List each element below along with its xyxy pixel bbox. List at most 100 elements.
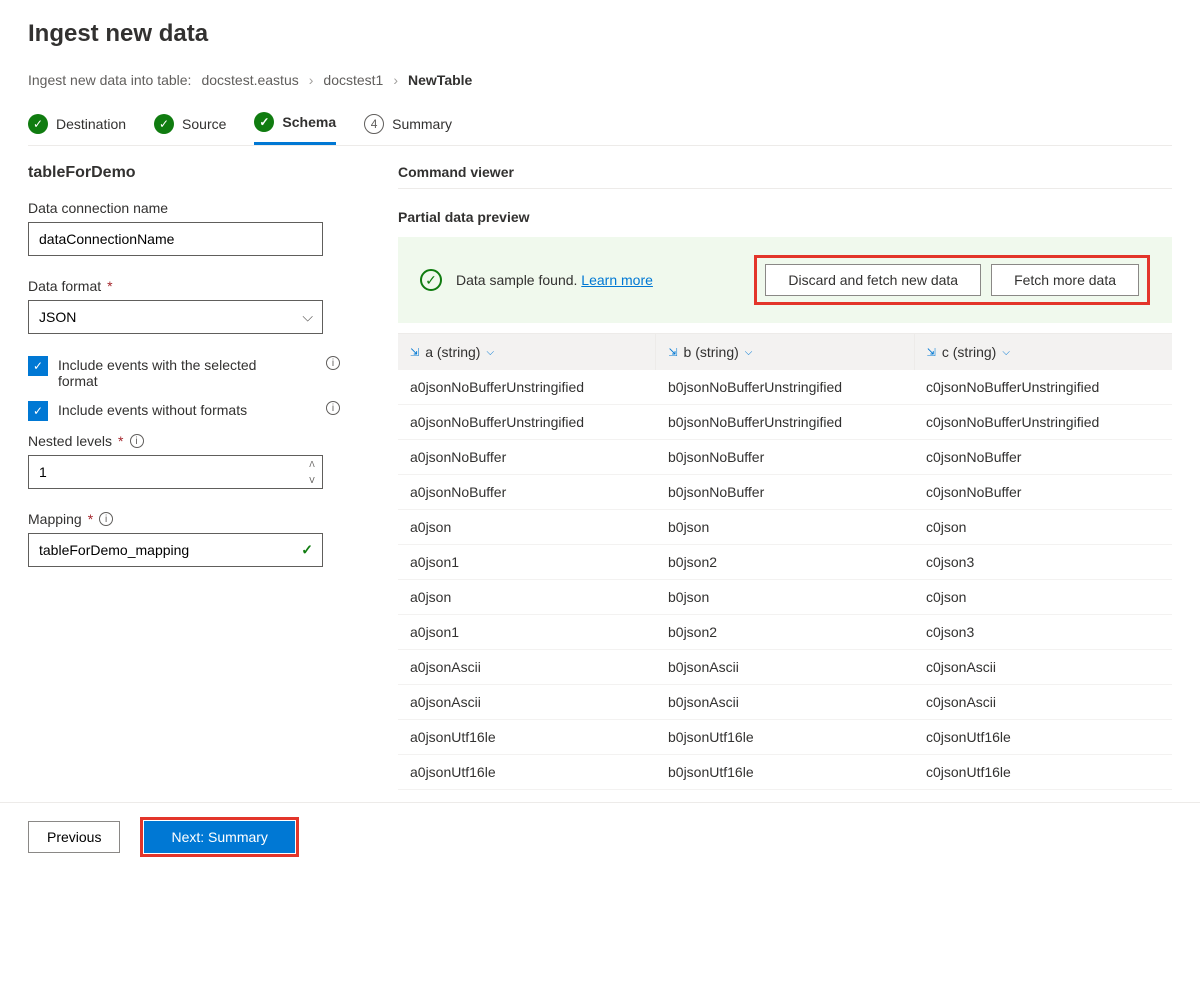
table-cell: c0jsonNoBufferUnstringified [914, 370, 1172, 404]
previous-button[interactable]: Previous [28, 821, 120, 853]
table-cell: a0jsonAscii [398, 650, 656, 684]
highlighted-next: Next: Summary [140, 817, 298, 857]
table-cell: c0jsonAscii [914, 650, 1172, 684]
nested-levels-increment[interactable]: ᐱ [302, 456, 322, 472]
include-without-formats-checkbox[interactable]: ✓ [28, 401, 48, 421]
next-summary-button[interactable]: Next: Summary [144, 821, 294, 853]
info-icon[interactable]: i [326, 356, 340, 370]
table-cell: b0jsonAscii [656, 650, 914, 684]
table-row: a0jsonUtf16leb0jsonUtf16lec0jsonUtf16le [398, 755, 1172, 790]
table-cell: c0jsonAscii [914, 685, 1172, 719]
command-viewer-title[interactable]: Command viewer [398, 164, 1172, 180]
discard-fetch-button[interactable]: Discard and fetch new data [765, 264, 981, 296]
breadcrumb-item-table: NewTable [408, 72, 472, 88]
table-row: a0json1b0json2c0json3 [398, 615, 1172, 650]
check-icon: ✓ [28, 114, 48, 134]
include-selected-format-checkbox[interactable]: ✓ [28, 356, 48, 376]
table-cell: a0jsonNoBuffer [398, 440, 656, 474]
step-source[interactable]: ✓ Source [154, 112, 226, 145]
highlighted-buttons: Discard and fetch new data Fetch more da… [754, 255, 1150, 305]
mapping-input[interactable] [28, 533, 323, 567]
required-indicator: * [88, 511, 93, 527]
column-header-b[interactable]: ⇲b (string)⌵ [656, 334, 914, 370]
table-cell: b0jsonUtf16le [656, 755, 914, 789]
table-row: a0jsonUtf16leb0jsonUtf16lec0jsonUtf16le [398, 720, 1172, 755]
info-icon[interactable]: i [326, 401, 340, 415]
table-cell: b0jsonNoBuffer [656, 475, 914, 509]
step-label: Schema [282, 114, 336, 130]
mapping-label: Mapping [28, 511, 82, 527]
step-label: Destination [56, 116, 126, 132]
table-cell: a0json1 [398, 615, 656, 649]
chevron-down-icon: ⌵ [1002, 347, 1010, 358]
column-type-icon: ⇲ [668, 346, 677, 359]
data-format-label: Data format [28, 278, 101, 294]
breadcrumb-item-database[interactable]: docstest1 [323, 72, 383, 88]
required-indicator: * [107, 278, 112, 294]
column-type-icon: ⇲ [927, 346, 936, 359]
table-cell: b0json2 [656, 615, 914, 649]
table-cell: a0json1 [398, 545, 656, 579]
table-cell: c0jsonNoBufferUnstringified [914, 405, 1172, 439]
info-icon[interactable]: i [130, 434, 144, 448]
table-cell: a0jsonNoBuffer [398, 475, 656, 509]
step-destination[interactable]: ✓ Destination [28, 112, 126, 145]
table-cell: a0jsonUtf16le [398, 720, 656, 754]
connection-name-input[interactable] [28, 222, 323, 256]
table-cell: a0jsonNoBufferUnstringified [398, 405, 656, 439]
table-cell: c0json3 [914, 615, 1172, 649]
table-cell: b0jsonNoBufferUnstringified [656, 370, 914, 404]
data-format-select[interactable] [28, 300, 323, 334]
divider [398, 188, 1172, 189]
step-number-icon: 4 [364, 114, 384, 134]
table-cell: a0jsonAscii [398, 685, 656, 719]
table-row: a0jsonAsciib0jsonAsciic0jsonAscii [398, 650, 1172, 685]
table-row: a0jsonb0jsonc0json [398, 510, 1172, 545]
table-cell: b0json [656, 580, 914, 614]
step-schema[interactable]: ✓ Schema [254, 112, 336, 145]
include-selected-format-label: Include events with the selected format [58, 356, 288, 389]
nested-levels-input[interactable] [28, 455, 323, 489]
schema-sidebar: tableForDemo Data connection name Data f… [28, 164, 358, 790]
table-cell: a0json [398, 580, 656, 614]
page-title: Ingest new data [28, 20, 1172, 48]
learn-more-link[interactable]: Learn more [581, 272, 653, 288]
step-summary[interactable]: 4 Summary [364, 112, 452, 145]
table-row: a0jsonNoBufferUnstringifiedb0jsonNoBuffe… [398, 370, 1172, 405]
connection-name-label: Data connection name [28, 200, 358, 216]
check-icon: ✓ [154, 114, 174, 134]
check-icon: ✓ [254, 112, 274, 132]
info-icon[interactable]: i [99, 512, 113, 526]
table-cell: a0jsonUtf16le [398, 755, 656, 789]
breadcrumb-item-cluster[interactable]: docstest.eastus [201, 72, 298, 88]
table-cell: b0json2 [656, 545, 914, 579]
required-indicator: * [118, 433, 123, 449]
table-cell: c0jsonUtf16le [914, 720, 1172, 754]
table-cell: b0jsonAscii [656, 685, 914, 719]
table-cell: c0json [914, 580, 1172, 614]
table-row: a0jsonNoBufferb0jsonNoBufferc0jsonNoBuff… [398, 440, 1172, 475]
breadcrumb-prefix: Ingest new data into table: [28, 72, 191, 88]
step-label: Source [182, 116, 226, 132]
table-row: a0jsonNoBufferUnstringifiedb0jsonNoBuffe… [398, 405, 1172, 440]
preview-table: ⇲a (string)⌵⇲b (string)⌵⇲c (string)⌵ a0j… [398, 333, 1172, 790]
table-name-title: tableForDemo [28, 164, 358, 182]
column-header-c[interactable]: ⇲c (string)⌵ [915, 334, 1172, 370]
chevron-down-icon: ⌵ [486, 347, 494, 358]
table-cell: c0jsonNoBuffer [914, 440, 1172, 474]
table-cell: c0json [914, 510, 1172, 544]
table-cell: c0json3 [914, 545, 1172, 579]
table-row: a0jsonNoBufferb0jsonNoBufferc0jsonNoBuff… [398, 475, 1172, 510]
banner-message: Data sample found. [456, 272, 577, 288]
nested-levels-decrement[interactable]: ᐯ [302, 472, 322, 488]
preview-title: Partial data preview [398, 209, 1172, 225]
column-header-a[interactable]: ⇲a (string)⌵ [398, 334, 656, 370]
wizard-footer: Previous Next: Summary [0, 802, 1200, 871]
table-row: a0jsonAsciib0jsonAsciic0jsonAscii [398, 685, 1172, 720]
fetch-more-button[interactable]: Fetch more data [991, 264, 1139, 296]
data-sample-banner: ✓ Data sample found. Learn more Discard … [398, 237, 1172, 323]
valid-check-icon: ✓ [301, 542, 313, 559]
table-cell: b0jsonNoBufferUnstringified [656, 405, 914, 439]
table-cell: c0jsonNoBuffer [914, 475, 1172, 509]
step-label: Summary [392, 116, 452, 132]
